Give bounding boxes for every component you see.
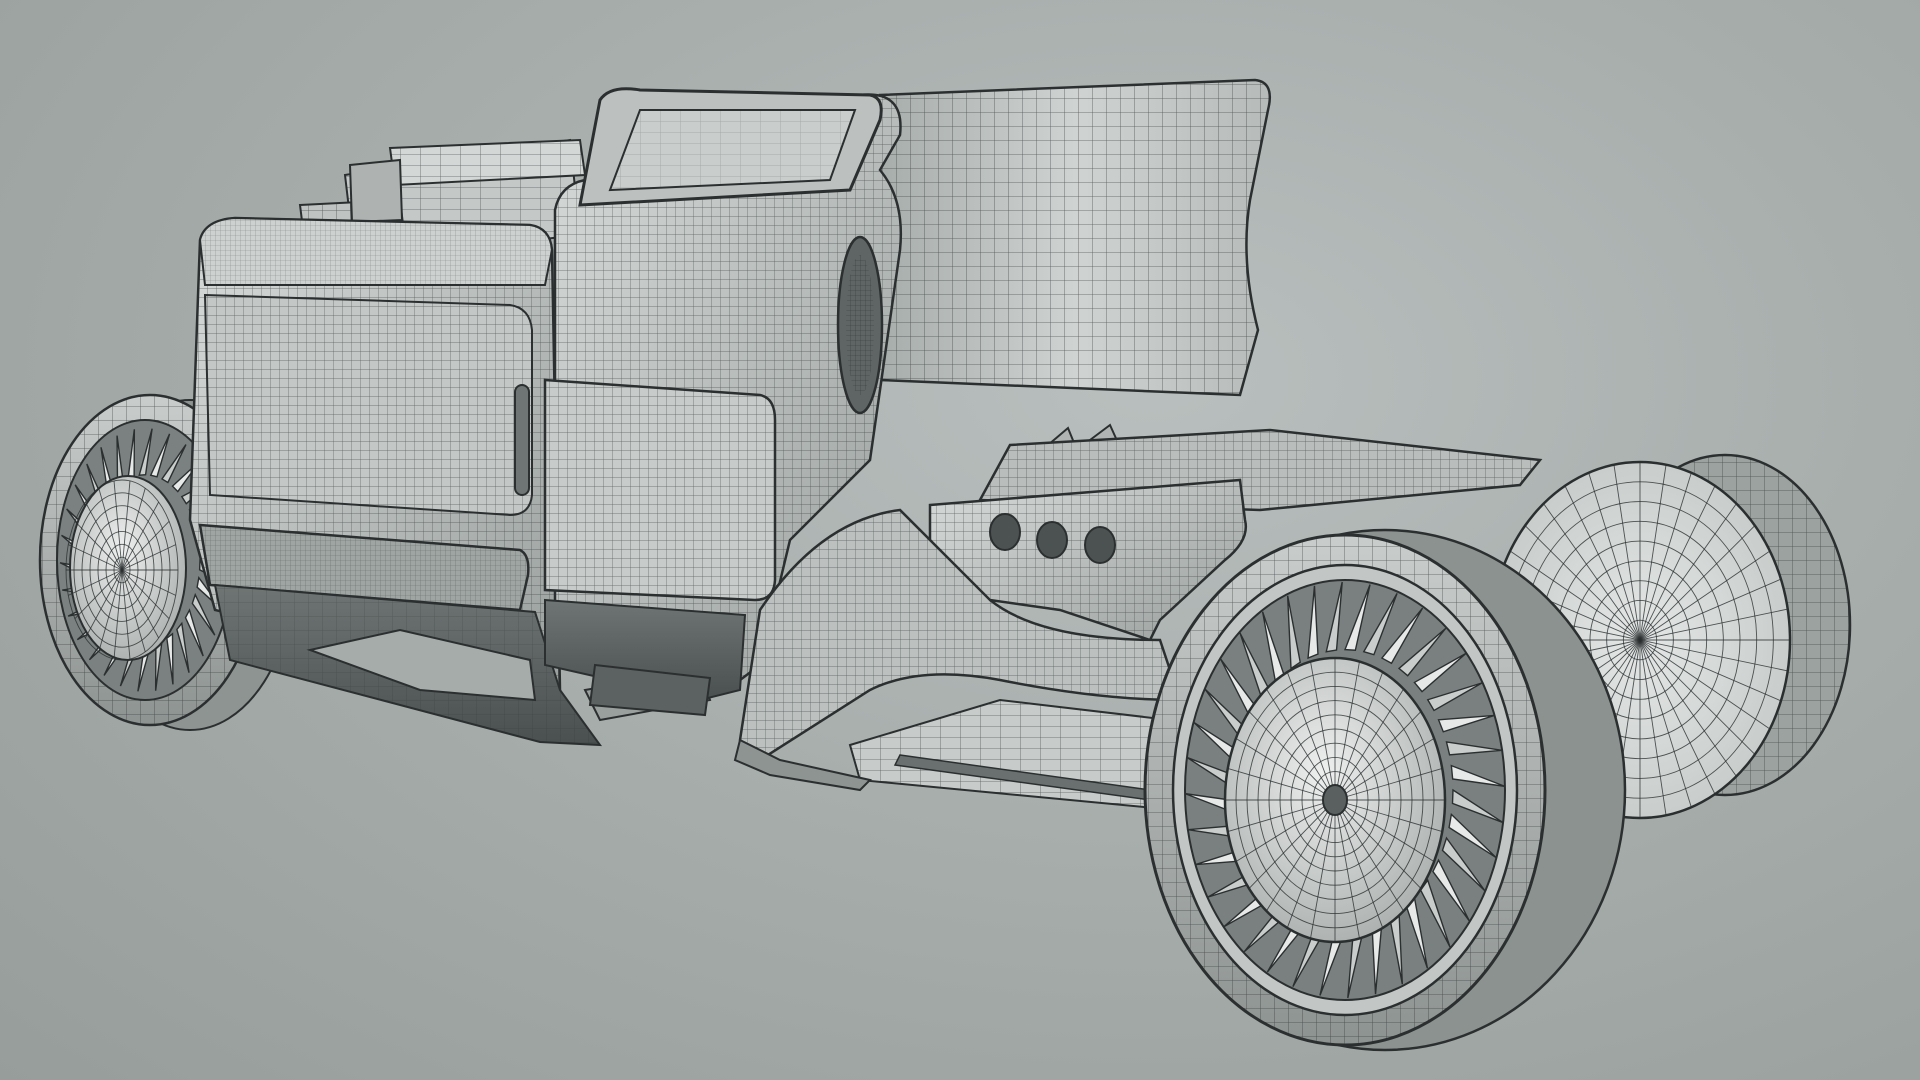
3d-viewport[interactable] [0, 0, 1920, 1080]
vehicle-model-render [38, 78, 1852, 1052]
front-left-wheel [1143, 528, 1627, 1052]
